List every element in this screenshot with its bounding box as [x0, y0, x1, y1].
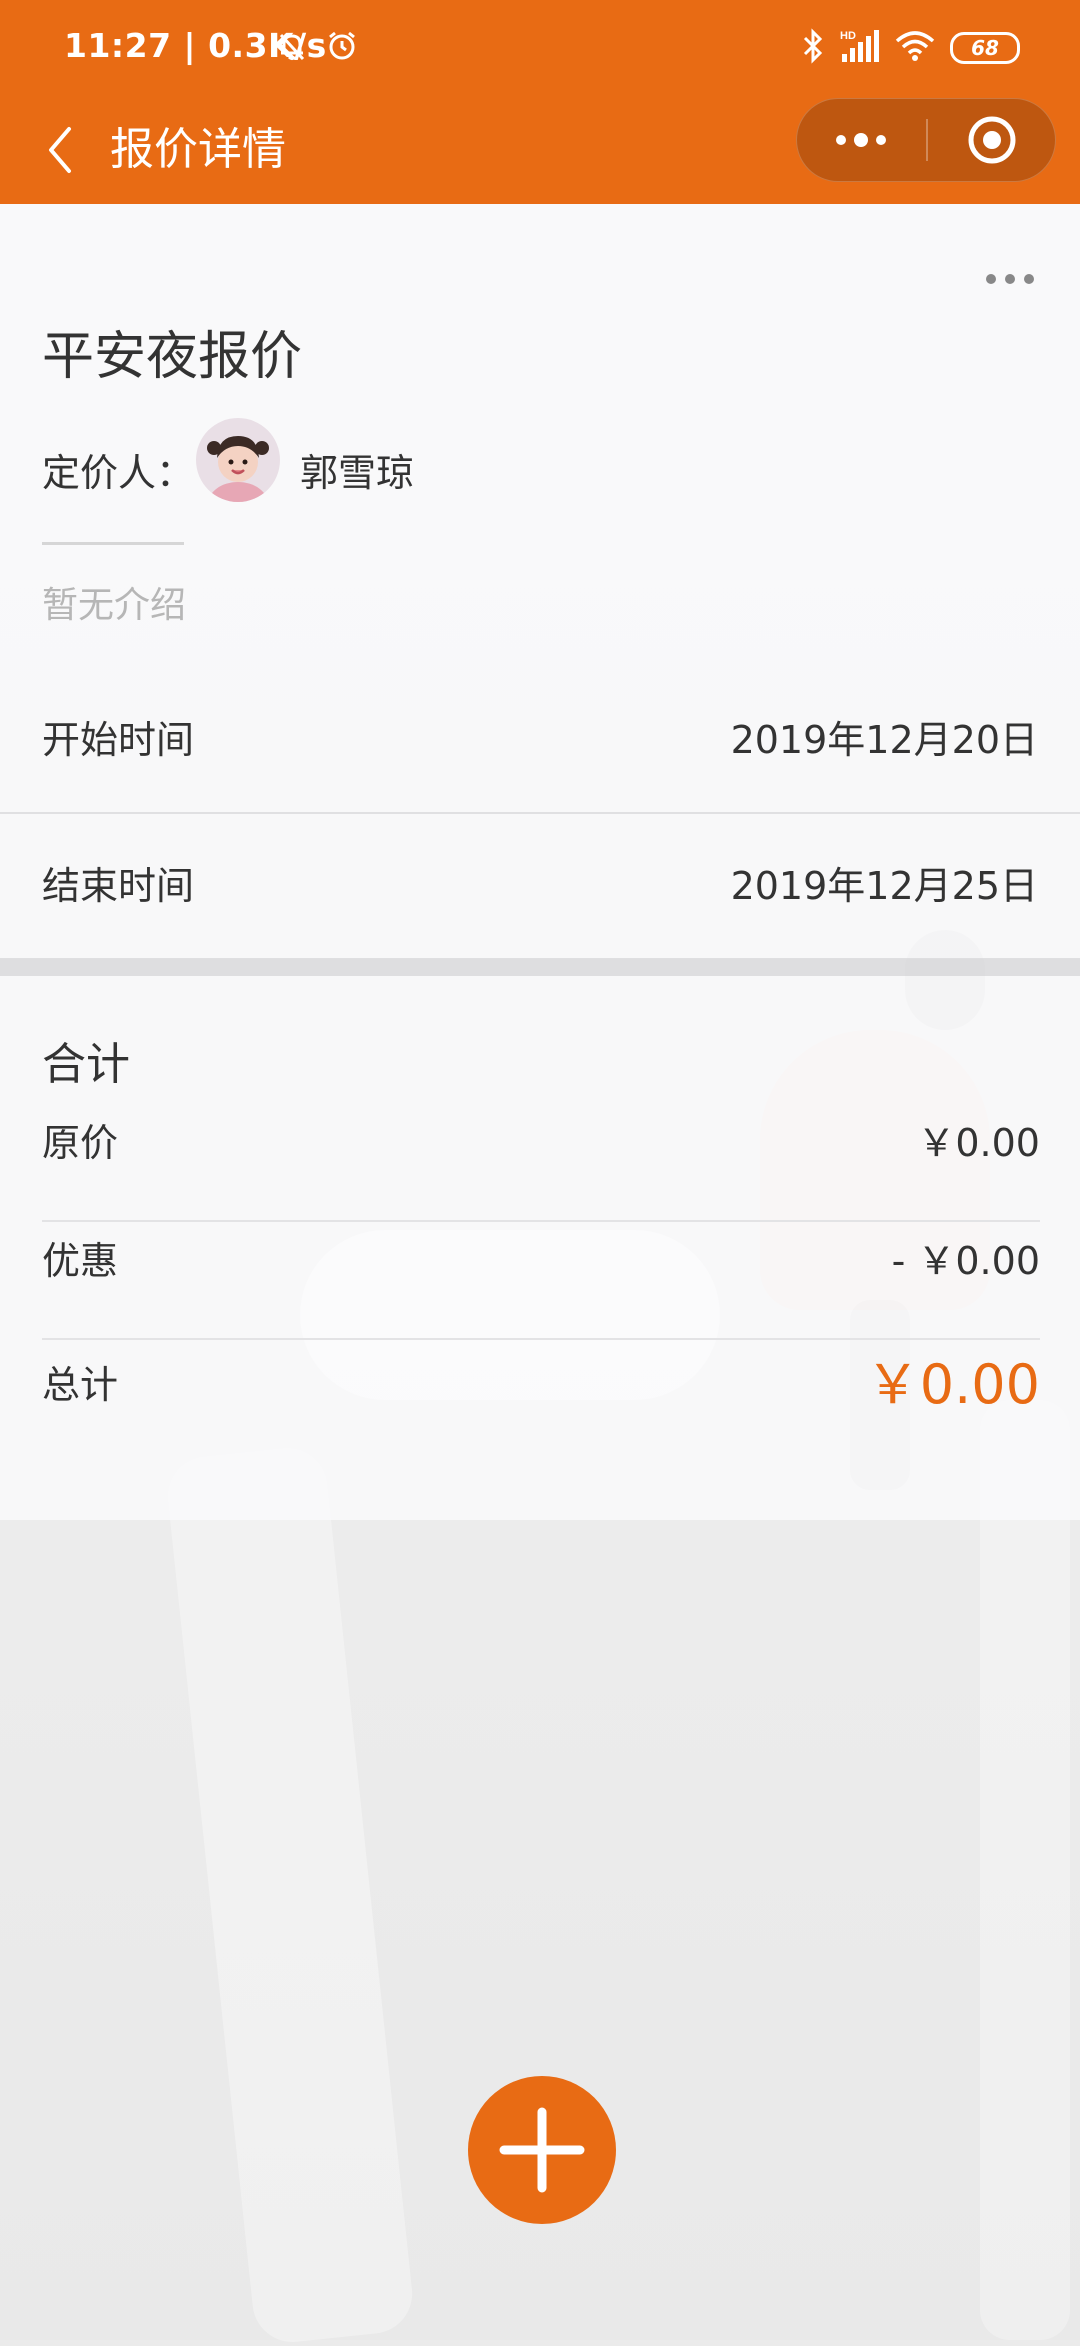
back-button[interactable]: [30, 116, 90, 184]
battery-icon: 68: [950, 32, 1020, 64]
target-close-icon: [968, 116, 1016, 164]
start-time-label: 开始时间: [42, 718, 195, 762]
hd-signal-icon: HD: [836, 26, 882, 66]
navigation-bar: 报价详情: [0, 96, 1080, 204]
original-price-value: ￥0.00: [917, 1121, 1040, 1165]
original-price-row: 原价 ￥0.00: [42, 1084, 1040, 1202]
divider: [42, 542, 184, 545]
avatar[interactable]: [196, 418, 280, 502]
pricer-label: 定价人：: [42, 451, 195, 495]
pricer-name: 郭雪琼: [300, 451, 415, 495]
more-button[interactable]: [797, 99, 925, 181]
more-dots-icon: [836, 133, 886, 147]
discount-row: 优惠 - ￥0.00: [42, 1202, 1040, 1320]
totals-heading: 合计: [42, 1039, 130, 1090]
total-value: ￥0.00: [865, 1353, 1040, 1416]
plus-icon: [499, 2107, 585, 2193]
clock-text: 11:27: [64, 26, 172, 65]
chevron-left-icon: [49, 127, 71, 173]
page-title: 报价详情: [110, 124, 286, 175]
separator: |: [183, 26, 209, 65]
bluetooth-icon: [798, 26, 828, 66]
totals-panel: 合计 原价 ￥0.00 优惠 - ￥0.00 总计 ￥0.00: [0, 976, 1080, 1520]
status-bar: 11:27 | 0.3K/s HD 68: [0, 0, 1080, 96]
end-time-value: 2019年12月25日: [730, 864, 1038, 908]
close-mini-program-button[interactable]: [928, 99, 1056, 181]
quote-title: 平安夜报价: [42, 327, 303, 387]
total-row: 总计 ￥0.00: [42, 1326, 1040, 1444]
svg-text:HD: HD: [840, 30, 856, 42]
add-button[interactable]: [468, 2076, 616, 2224]
options-menu-button[interactable]: [980, 264, 1040, 294]
avatar-image: [196, 418, 280, 502]
start-time-value: 2019年12月20日: [730, 718, 1038, 762]
battery-level: 68: [971, 36, 999, 60]
original-price-label: 原价: [42, 1121, 119, 1165]
bell-off-icon: [272, 26, 312, 66]
section-separator: [0, 958, 1080, 976]
intro-text: 暂无介绍: [42, 585, 187, 626]
wifi-icon: [892, 26, 938, 66]
discount-value: - ￥0.00: [891, 1239, 1040, 1283]
end-time-row: 结束时间 2019年12月25日: [0, 814, 1080, 958]
alarm-icon: [322, 26, 362, 66]
start-time-row: 开始时间 2019年12月20日: [0, 668, 1080, 812]
mini-program-capsule: [796, 98, 1056, 182]
tree-trunk-left: [163, 1444, 417, 2346]
total-label: 总计: [42, 1363, 119, 1407]
quote-details-panel: 平安夜报价 定价人： 郭雪琼 暂无介绍 开始时间 2019年12月20日 结束时…: [0, 204, 1080, 959]
more-horizontal-icon: [986, 274, 1034, 284]
discount-label: 优惠: [42, 1239, 119, 1283]
end-time-label: 结束时间: [42, 864, 195, 908]
tree-trunk-right: [980, 1400, 1070, 2340]
